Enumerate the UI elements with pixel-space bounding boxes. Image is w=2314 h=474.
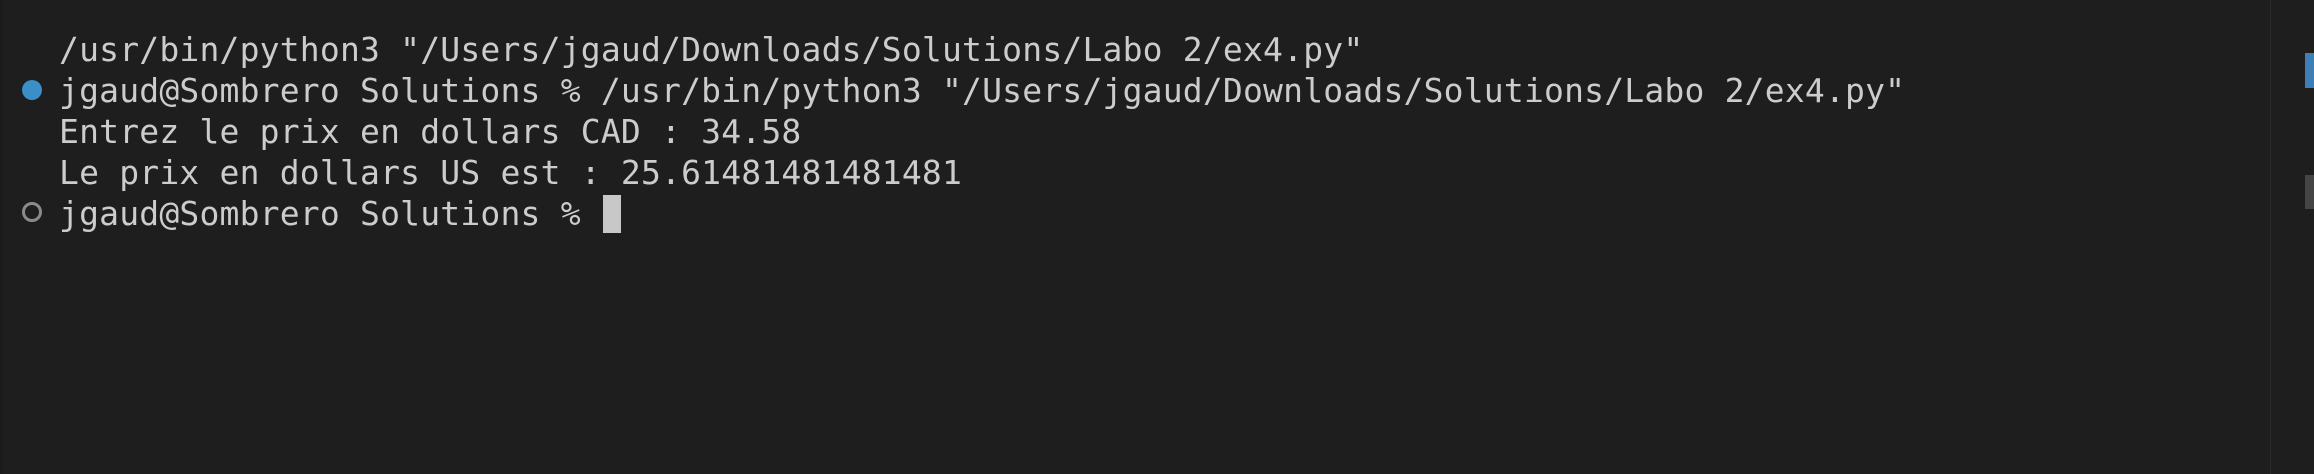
terminal-output-line: /usr/bin/python3 "/Users/jgaud/Downloads… xyxy=(59,30,1364,69)
terminal-command-line: jgaud@Sombrero Solutions % /usr/bin/pyth… xyxy=(59,71,1906,110)
scrollbar-decoration-marker xyxy=(2305,53,2314,88)
command-success-icon[interactable] xyxy=(22,80,42,100)
text-cursor xyxy=(602,194,621,233)
terminal-prompt-line[interactable]: jgaud@Sombrero Solutions % xyxy=(59,193,621,234)
terminal-panel[interactable]: /usr/bin/python3 "/Users/jgaud/Downloads… xyxy=(0,0,2314,474)
terminal-output-line: Entrez le prix en dollars CAD : 34.58 xyxy=(59,112,802,151)
vertical-scrollbar[interactable] xyxy=(2270,0,2314,474)
scrollbar-thumb[interactable] xyxy=(2305,175,2314,209)
prompt-text: jgaud@Sombrero Solutions % xyxy=(59,194,601,233)
panel-edge xyxy=(0,0,2,474)
command-pending-icon[interactable] xyxy=(22,202,42,222)
terminal-output-line: Le prix en dollars US est : 25.614814814… xyxy=(59,153,963,192)
